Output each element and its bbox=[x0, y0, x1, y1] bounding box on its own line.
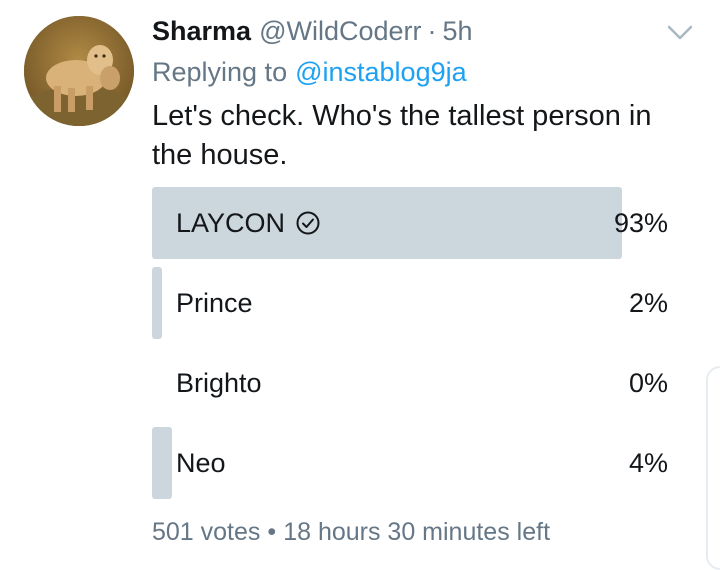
chevron-down-icon[interactable] bbox=[664, 18, 696, 46]
poll-bar bbox=[152, 267, 163, 339]
poll-option-label-row: Brighto bbox=[176, 347, 262, 419]
poll-bar bbox=[152, 427, 173, 499]
poll-option-percent: 2% bbox=[628, 287, 668, 318]
replying-to-mention[interactable]: @instablog9ja bbox=[295, 57, 467, 88]
tweet-timestamp[interactable]: 5h bbox=[443, 16, 473, 47]
poll-option-label-row: Neo bbox=[176, 427, 226, 499]
poll-option-percent: 4% bbox=[628, 447, 668, 478]
avatar[interactable] bbox=[24, 16, 134, 126]
poll-option: Neo 4% bbox=[152, 427, 672, 499]
footer-separator: • bbox=[267, 517, 277, 546]
poll-option: Brighto 0% bbox=[152, 347, 672, 419]
poll-option-label: LAYCON bbox=[176, 207, 286, 238]
poll-option-percent: 0% bbox=[628, 367, 668, 398]
replying-prefix: Replying to bbox=[152, 56, 288, 87]
poll-option-label-row: LAYCON bbox=[176, 187, 321, 259]
poll-option: Prince 2% bbox=[152, 267, 672, 339]
poll-option-label: Prince bbox=[176, 287, 253, 318]
poll-option-percent: 93% bbox=[613, 207, 668, 238]
avatar-image bbox=[24, 16, 134, 126]
author-name[interactable]: Sharma bbox=[152, 16, 251, 47]
poll-footer: 501 votes • 18 hours 30 minutes left bbox=[152, 514, 550, 550]
tweet-header: Sharma @WildCoderr · 5h bbox=[152, 12, 473, 50]
author-handle[interactable]: @WildCoderr bbox=[259, 16, 421, 47]
poll-option: LAYCON 93% bbox=[152, 187, 672, 259]
time-left: 18 hours 30 minutes left bbox=[283, 517, 551, 546]
poll: LAYCON 93% Prince 2% Brighto 0% Neo 4% bbox=[152, 187, 672, 507]
vote-count: 501 votes bbox=[152, 517, 261, 546]
tweet-text: Let's check. Who's the tallest person in… bbox=[152, 100, 652, 171]
header-separator: · bbox=[427, 15, 437, 46]
poll-option-label: Neo bbox=[176, 447, 226, 478]
poll-option-label-row: Prince bbox=[176, 267, 253, 339]
adjacent-card-edge bbox=[706, 366, 720, 570]
check-circle-icon bbox=[296, 211, 320, 235]
replying-to-line: Replying to @instablog9ja bbox=[152, 54, 467, 90]
poll-option-label: Brighto bbox=[176, 367, 262, 398]
